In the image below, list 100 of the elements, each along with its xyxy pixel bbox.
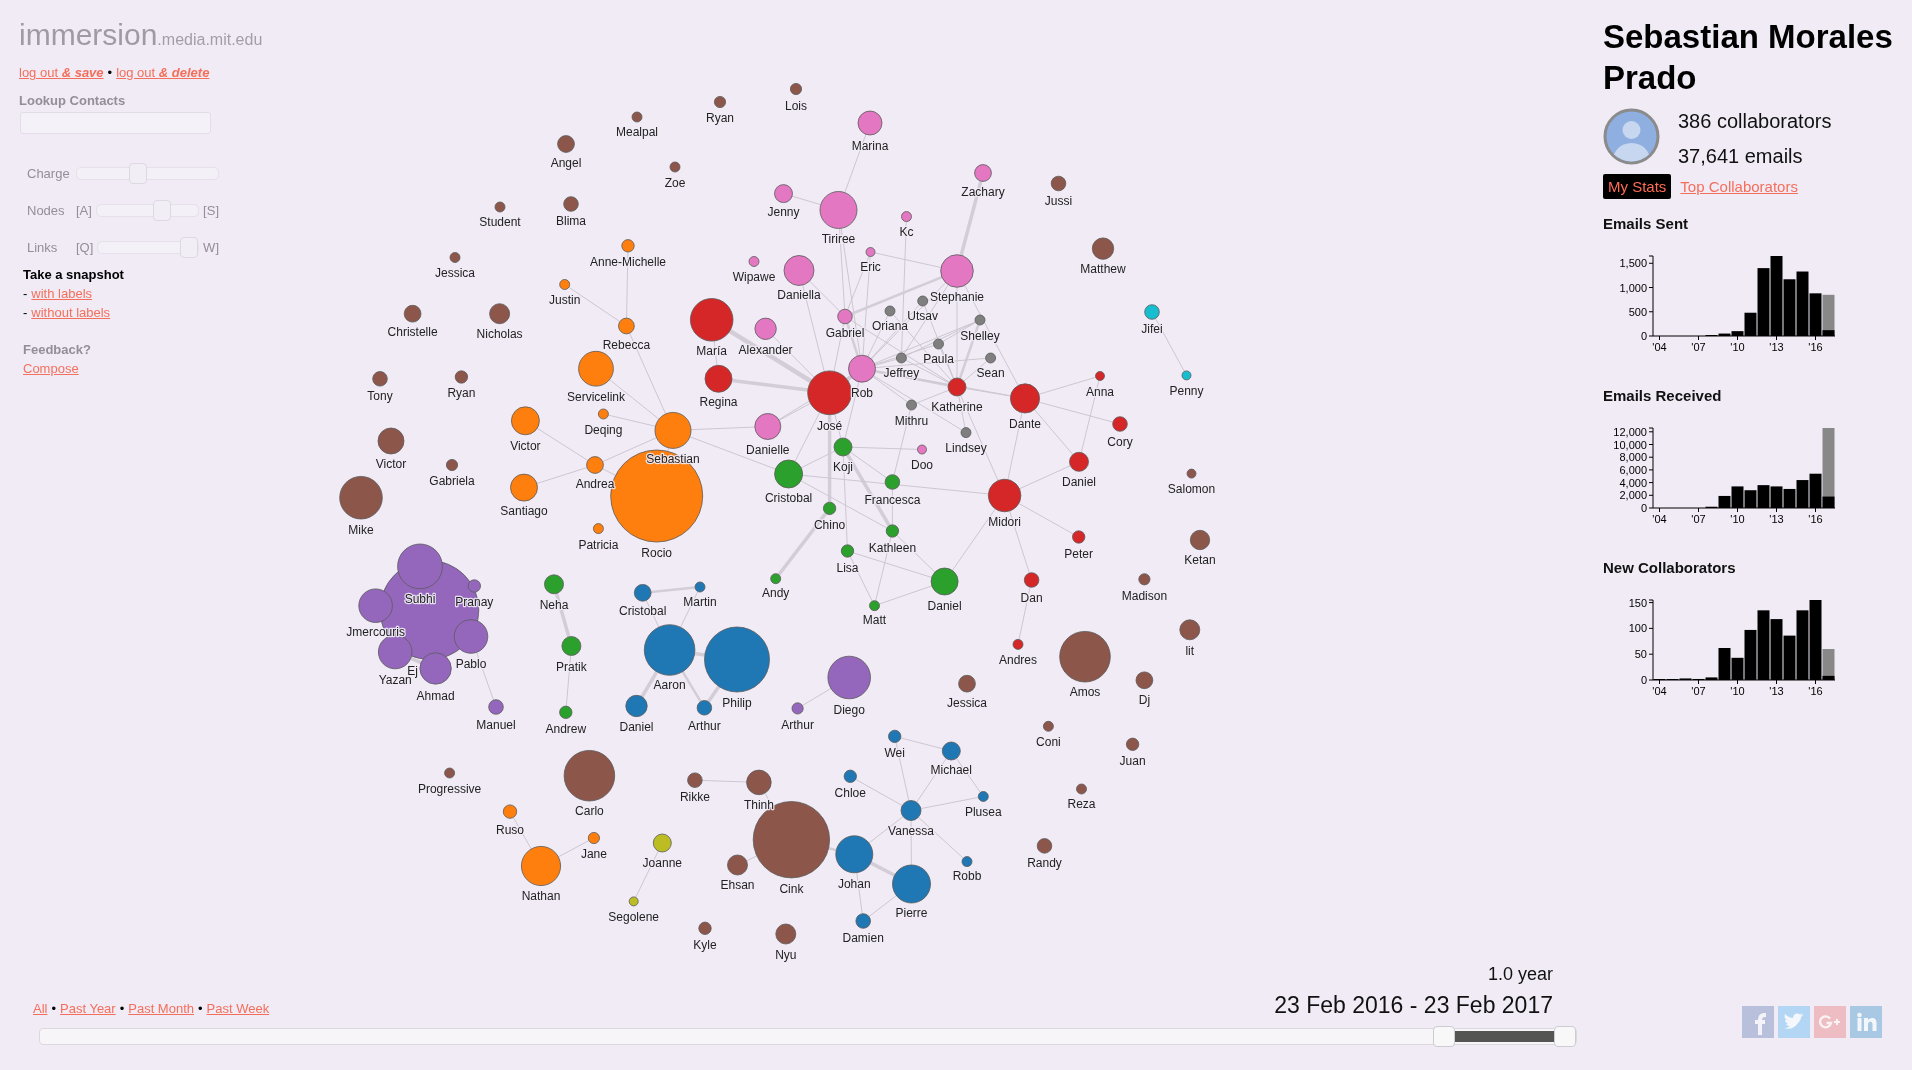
graph-node[interactable] bbox=[974, 164, 992, 182]
graph-node[interactable] bbox=[397, 543, 443, 590]
graph-node[interactable] bbox=[618, 317, 635, 335]
slider-handle[interactable] bbox=[128, 162, 147, 184]
graph-node[interactable] bbox=[930, 567, 959, 596]
graph-node[interactable] bbox=[690, 298, 734, 342]
graph-node[interactable] bbox=[917, 295, 929, 307]
period-link[interactable]: All bbox=[33, 1001, 48, 1016]
snapshot-link[interactable]: without labels bbox=[31, 303, 111, 322]
graph-node[interactable] bbox=[869, 600, 880, 612]
graph-node[interactable] bbox=[403, 304, 422, 323]
compose-link[interactable]: Compose bbox=[23, 359, 79, 378]
graph-node[interactable] bbox=[837, 308, 853, 325]
graph-node[interactable] bbox=[1023, 572, 1040, 588]
graph-node[interactable] bbox=[906, 399, 917, 411]
graph-node[interactable] bbox=[783, 255, 815, 286]
slider-handle[interactable] bbox=[180, 236, 199, 258]
slider-handle[interactable] bbox=[152, 199, 171, 221]
graph-node[interactable] bbox=[563, 750, 616, 802]
graph-node[interactable] bbox=[714, 96, 726, 108]
graph-node[interactable] bbox=[511, 406, 540, 436]
graph-node[interactable] bbox=[339, 476, 383, 520]
graph-node[interactable] bbox=[502, 804, 518, 819]
graph-node[interactable] bbox=[598, 408, 609, 420]
graph-node[interactable] bbox=[687, 772, 703, 788]
graph-node[interactable] bbox=[559, 705, 573, 719]
graph-node[interactable] bbox=[774, 459, 803, 489]
graph-node[interactable] bbox=[1112, 416, 1128, 432]
graph-node[interactable] bbox=[770, 573, 782, 585]
graph-node[interactable] bbox=[1036, 838, 1053, 854]
slider-track[interactable] bbox=[39, 1028, 1577, 1045]
graph-node[interactable] bbox=[633, 584, 652, 602]
graph-node[interactable] bbox=[372, 371, 388, 387]
graph-node[interactable] bbox=[775, 923, 797, 945]
graph-node[interactable] bbox=[652, 833, 672, 853]
graph-node[interactable] bbox=[727, 854, 748, 876]
tab[interactable]: Top Collaborators bbox=[1680, 174, 1798, 199]
snapshot-link[interactable]: with labels bbox=[31, 284, 93, 303]
graph-node[interactable] bbox=[494, 201, 506, 213]
graph-node[interactable] bbox=[1144, 304, 1160, 320]
graph-node[interactable] bbox=[901, 211, 912, 222]
graph-node[interactable] bbox=[933, 338, 944, 350]
graph-node[interactable] bbox=[704, 626, 770, 693]
graph-node[interactable] bbox=[1072, 530, 1086, 544]
graph-node[interactable] bbox=[625, 694, 648, 718]
graph-node[interactable] bbox=[843, 769, 857, 783]
graph-node[interactable] bbox=[827, 655, 871, 700]
graph-node[interactable] bbox=[669, 161, 681, 173]
graph-node[interactable] bbox=[446, 459, 458, 471]
graph-node[interactable] bbox=[587, 832, 600, 844]
slider-handle[interactable] bbox=[1554, 1026, 1576, 1047]
graph-node[interactable] bbox=[467, 579, 481, 593]
graph-node[interactable] bbox=[696, 700, 713, 716]
graph-node[interactable] bbox=[807, 370, 852, 416]
graph-node[interactable] bbox=[698, 921, 712, 935]
graph-node[interactable] bbox=[694, 581, 706, 593]
graph-node[interactable] bbox=[377, 427, 405, 455]
graph-node[interactable] bbox=[1186, 468, 1197, 479]
graph-node[interactable] bbox=[746, 769, 772, 796]
graph-node[interactable] bbox=[1050, 175, 1067, 192]
graph-node[interactable] bbox=[1010, 383, 1040, 414]
graph-node[interactable] bbox=[947, 377, 967, 397]
graph-node[interactable] bbox=[586, 456, 604, 474]
graph-node[interactable] bbox=[835, 835, 874, 874]
graph-node[interactable] bbox=[1076, 783, 1087, 795]
graph-node[interactable] bbox=[791, 702, 804, 715]
graph-node[interactable] bbox=[848, 354, 876, 383]
graph-node[interactable] bbox=[453, 619, 489, 654]
graph-node[interactable] bbox=[855, 913, 871, 929]
graph-node[interactable] bbox=[643, 624, 696, 676]
graph-node[interactable] bbox=[857, 110, 883, 136]
graph-node[interactable] bbox=[559, 279, 571, 290]
graph-node[interactable] bbox=[941, 741, 961, 761]
graph-node[interactable] bbox=[884, 474, 901, 490]
graph-node[interactable] bbox=[940, 254, 974, 288]
graph-node[interactable] bbox=[819, 191, 858, 229]
graph-node[interactable] bbox=[1138, 573, 1151, 586]
graph-node[interactable] bbox=[489, 303, 510, 325]
graph-node[interactable] bbox=[987, 478, 1022, 513]
graph-node[interactable] bbox=[960, 427, 972, 438]
graph-node[interactable] bbox=[521, 846, 561, 886]
period-link[interactable]: Past Month bbox=[128, 1001, 194, 1016]
graph-node[interactable] bbox=[1069, 451, 1089, 472]
graph-node[interactable] bbox=[833, 437, 853, 457]
graph-node[interactable] bbox=[1135, 671, 1154, 690]
graph-node[interactable] bbox=[563, 196, 579, 212]
logout-link[interactable]: log out & delete bbox=[116, 65, 210, 81]
graph-node[interactable] bbox=[748, 256, 760, 267]
graph-node[interactable] bbox=[985, 352, 996, 364]
graph-node[interactable] bbox=[628, 896, 639, 907]
graph-node[interactable] bbox=[958, 674, 976, 693]
graph-node[interactable] bbox=[488, 699, 504, 715]
graph-node[interactable] bbox=[754, 413, 782, 440]
graph-node[interactable] bbox=[961, 856, 973, 867]
graph-node[interactable] bbox=[593, 523, 604, 534]
graph-node[interactable] bbox=[884, 305, 896, 317]
graph-node[interactable] bbox=[510, 473, 538, 502]
graph-node[interactable] bbox=[1181, 370, 1192, 381]
graph-node[interactable] bbox=[917, 444, 927, 455]
graph-node[interactable] bbox=[544, 574, 564, 595]
